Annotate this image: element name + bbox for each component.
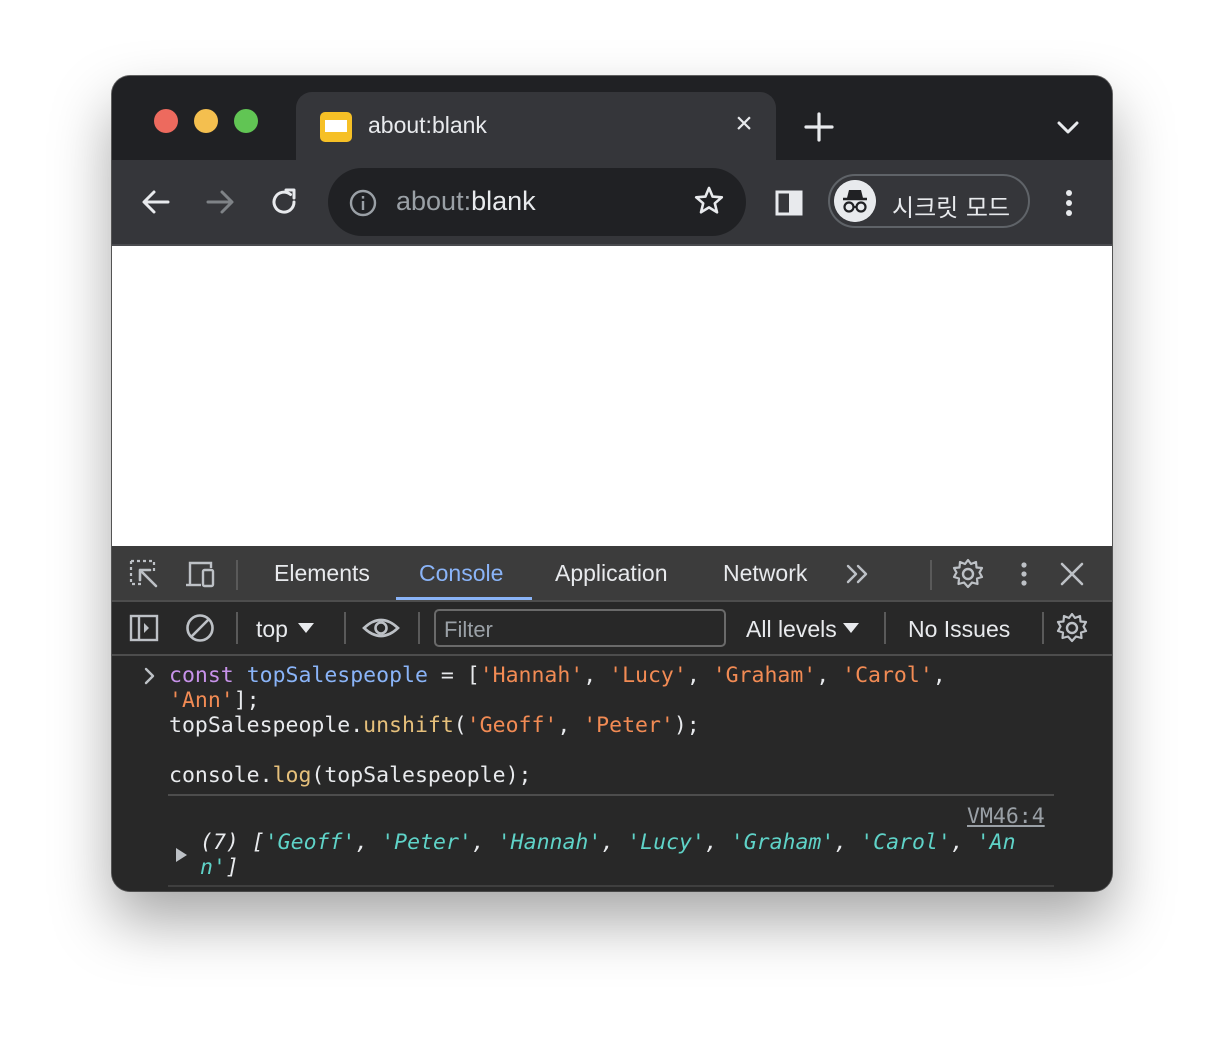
devtools-panel: Elements Console Application Network top… xyxy=(112,546,1112,891)
divider xyxy=(236,560,238,590)
more-vert-icon[interactable] xyxy=(1008,558,1040,590)
code-line: console.log(topSalespeople); xyxy=(169,763,532,788)
triangle-right-icon[interactable] xyxy=(176,848,187,862)
issues-button[interactable]: No Issues xyxy=(908,616,1010,643)
close-icon[interactable] xyxy=(1056,558,1088,590)
more-vert-icon[interactable] xyxy=(1054,186,1084,220)
code-line: 'Ann']; xyxy=(169,688,260,713)
divider xyxy=(884,612,886,644)
minimize-light[interactable] xyxy=(194,109,218,133)
url-text[interactable]: about:blank xyxy=(396,186,536,217)
incognito-badge[interactable]: 시크릿 모드 xyxy=(828,174,1030,228)
back-arrow-icon[interactable] xyxy=(138,184,174,220)
divider xyxy=(418,612,420,644)
tab-strip: about:blank × xyxy=(112,76,1112,160)
star-icon[interactable] xyxy=(692,184,726,218)
context-label: top xyxy=(256,616,288,642)
close-window-light[interactable] xyxy=(154,109,178,133)
tab-console[interactable]: Console xyxy=(419,560,503,587)
url-host: blank xyxy=(471,186,536,216)
address-bar[interactable]: about:blank xyxy=(328,168,746,236)
chevron-right-icon xyxy=(144,667,155,685)
incognito-label: 시크릿 모드 xyxy=(892,194,1011,222)
tab-about-blank[interactable]: about:blank × xyxy=(296,92,776,160)
device-toggle-icon[interactable] xyxy=(184,558,216,590)
browser-window: about:blank × about:blank 시크릿 모드 Element… xyxy=(112,76,1112,891)
devtools-tabbar: Elements Console Application Network xyxy=(112,546,1112,602)
output-line[interactable]: n'] xyxy=(200,855,239,880)
console-output[interactable]: const topSalespeople = ['Hannah', 'Lucy'… xyxy=(112,656,1112,891)
divider xyxy=(344,612,346,644)
context-selector[interactable]: top xyxy=(256,616,314,643)
message-divider xyxy=(168,794,1054,796)
tab-title: about:blank xyxy=(368,112,487,138)
info-icon[interactable] xyxy=(348,188,378,218)
clear-console-icon[interactable] xyxy=(184,612,216,644)
plus-icon[interactable] xyxy=(802,110,836,144)
levels-label: All levels xyxy=(746,616,837,642)
close-icon[interactable]: × xyxy=(730,109,758,139)
source-link[interactable]: VM46:4 xyxy=(967,804,1045,829)
page-content[interactable] xyxy=(112,246,1112,546)
more-tabs-icon[interactable] xyxy=(842,558,874,590)
output-line[interactable]: (7) ['Geoff', 'Peter', 'Hannah', 'Lucy',… xyxy=(200,830,1016,855)
tab-elements[interactable]: Elements xyxy=(274,560,370,587)
chevron-down-icon[interactable] xyxy=(1054,114,1082,140)
tab-application[interactable]: Application xyxy=(555,560,668,587)
gear-icon[interactable] xyxy=(952,558,984,590)
page-favicon xyxy=(320,112,352,142)
message-divider xyxy=(168,885,1054,887)
levels-dropdown[interactable]: All levels xyxy=(746,616,859,643)
filter-input[interactable]: Filter xyxy=(434,609,726,647)
active-tab-indicator xyxy=(396,597,532,600)
eye-icon[interactable] xyxy=(362,612,400,644)
console-toolbar: top Filter All levels No Issues xyxy=(112,602,1112,656)
sidebar-toggle-icon[interactable] xyxy=(128,612,160,644)
inspect-icon[interactable] xyxy=(128,558,160,590)
side-panel-icon[interactable] xyxy=(774,188,804,218)
maximize-light[interactable] xyxy=(234,109,258,133)
filter-placeholder: Filter xyxy=(444,617,493,642)
code-line: const topSalespeople = ['Hannah', 'Lucy'… xyxy=(169,663,946,688)
chevron-down-icon xyxy=(842,623,859,633)
gear-icon[interactable] xyxy=(1056,612,1088,644)
browser-toolbar: about:blank 시크릿 모드 xyxy=(112,160,1112,246)
forward-arrow-icon[interactable] xyxy=(202,184,238,220)
reload-icon[interactable] xyxy=(266,184,302,220)
divider xyxy=(1042,612,1044,644)
chevron-down-icon xyxy=(297,623,314,633)
code-line: topSalespeople.unshift('Geoff', 'Peter')… xyxy=(169,713,700,738)
divider xyxy=(236,612,238,644)
tab-network[interactable]: Network xyxy=(723,560,807,587)
incognito-icon xyxy=(834,180,876,222)
divider xyxy=(930,560,932,590)
url-scheme: about: xyxy=(396,186,472,216)
